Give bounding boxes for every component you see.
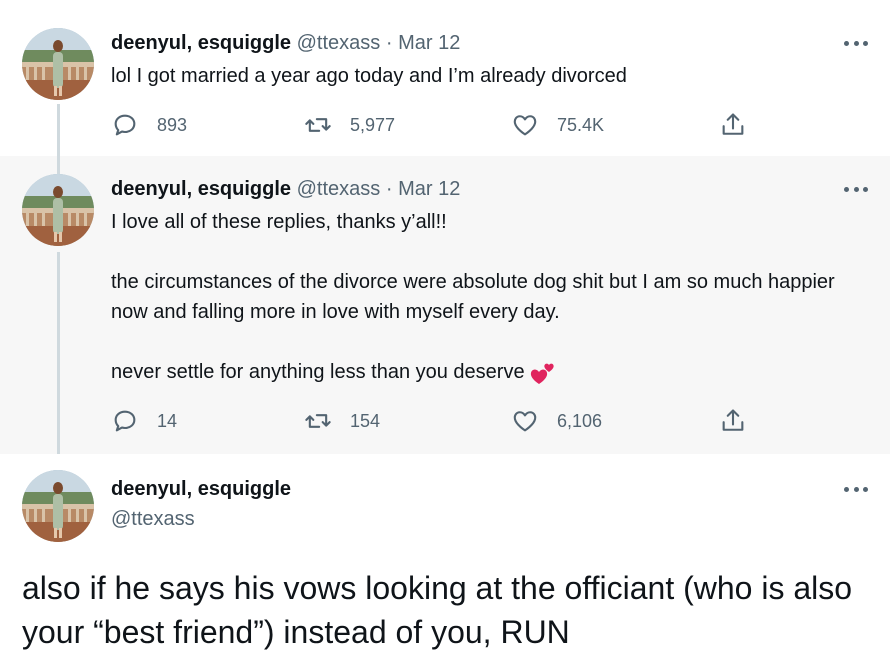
tweet-header: deenyul, esquiggle @ttexass · Mar 12 [111, 177, 460, 201]
tweet-text: I love all of these replies, thanks y’al… [111, 207, 871, 387]
more-options-icon[interactable] [844, 184, 868, 194]
user-handle[interactable]: @ttexass [111, 508, 195, 530]
tweet-paragraph: never settle for anything less than you … [111, 357, 871, 387]
share-icon [722, 409, 744, 431]
reply-count: 893 [157, 114, 188, 135]
user-handle[interactable]: @ttexass [297, 178, 381, 200]
tweet-2[interactable]: deenyul, esquiggle @ttexass · Mar 12 I l… [0, 156, 890, 454]
retweet-button[interactable]: 5,977 [304, 110, 395, 140]
display-name[interactable]: deenyul, esquiggle [111, 178, 291, 200]
thread-line [57, 104, 60, 156]
tweet-1[interactable]: deenyul, esquiggle @ttexass · Mar 12 lol… [0, 0, 890, 156]
tweet-actions: 14 154 6,106 [111, 406, 751, 436]
like-count: 75.4K [557, 114, 605, 135]
tweet-header: deenyul, esquiggle [111, 477, 291, 501]
tweet-date[interactable]: Mar 12 [398, 178, 460, 200]
reply-button[interactable]: 893 [111, 110, 187, 140]
tweet-3-focused[interactable]: deenyul, esquiggle @ttexass also if he s… [0, 454, 890, 658]
share-button[interactable] [719, 406, 765, 436]
avatar[interactable] [22, 470, 94, 542]
tweet-text: lol I got married a year ago today and I… [111, 65, 627, 87]
separator-dot: · [385, 32, 393, 54]
share-icon [722, 113, 744, 135]
display-name[interactable]: deenyul, esquiggle [111, 32, 291, 54]
reply-icon [114, 410, 136, 432]
tweet-actions: 893 5,977 75.4K [111, 110, 751, 140]
display-name[interactable]: deenyul, esquiggle [111, 478, 291, 500]
heart-icon [513, 115, 537, 136]
avatar[interactable] [22, 174, 94, 246]
tweet-text: also if he says his vows looking at the … [22, 570, 853, 650]
user-handle[interactable]: @ttexass [297, 32, 381, 54]
thread-line [57, 156, 60, 174]
more-options-icon[interactable] [844, 484, 868, 494]
two-hearts-icon [530, 363, 554, 384]
share-button[interactable] [719, 110, 765, 140]
reply-count: 14 [157, 410, 178, 431]
tweet-paragraph-text: never settle for anything less than you … [111, 361, 525, 383]
thread-line [57, 252, 60, 454]
tweet-date[interactable]: Mar 12 [398, 32, 460, 54]
avatar[interactable] [22, 28, 94, 100]
reply-button[interactable]: 14 [111, 406, 177, 436]
tweet-paragraph: the circumstances of the divorce were ab… [111, 271, 835, 323]
tweet-header: deenyul, esquiggle @ttexass · Mar 12 [111, 31, 460, 55]
retweet-count: 5,977 [350, 114, 396, 135]
heart-icon [513, 411, 537, 432]
separator-dot: · [385, 178, 393, 200]
tweet-paragraph: I love all of these replies, thanks y’al… [111, 211, 447, 233]
tweet-header-handle: @ttexass [111, 507, 195, 531]
retweet-icon [305, 414, 331, 428]
like-button[interactable]: 6,106 [511, 406, 602, 436]
retweet-count: 154 [350, 410, 381, 431]
more-options-icon[interactable] [844, 38, 868, 48]
retweet-button[interactable]: 154 [304, 406, 380, 436]
like-button[interactable]: 75.4K [511, 110, 604, 140]
like-count: 6,106 [557, 410, 603, 431]
retweet-icon [305, 118, 331, 132]
reply-icon [114, 114, 136, 136]
